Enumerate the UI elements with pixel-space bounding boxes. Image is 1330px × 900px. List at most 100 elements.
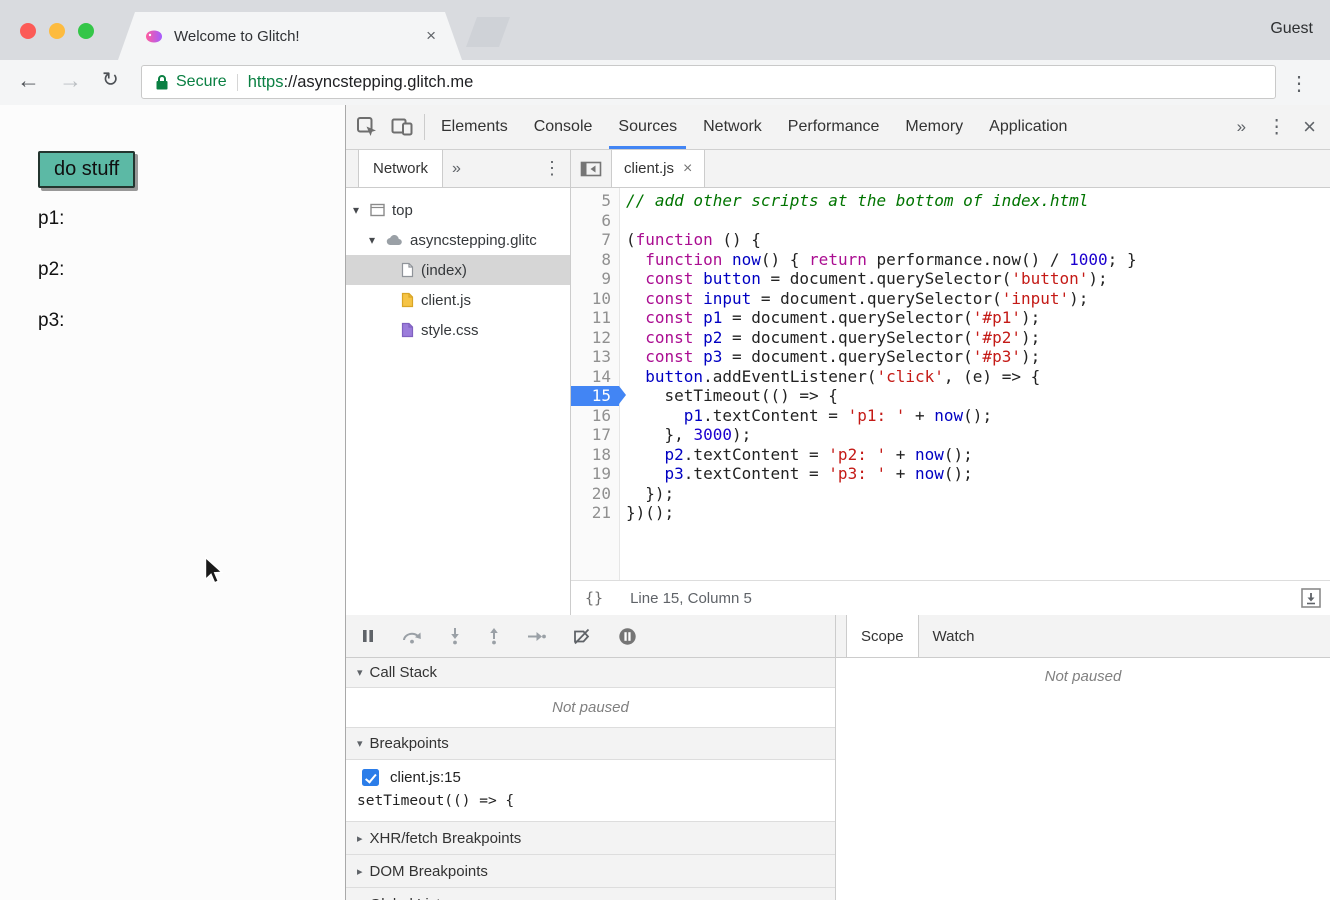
browser-tab[interactable]: Welcome to Glitch! ×	[118, 12, 462, 60]
line-number[interactable]: 20	[571, 484, 619, 504]
omnibox-separator	[237, 74, 238, 91]
devtools-tab-sources[interactable]: Sources	[605, 105, 690, 149]
tree-item-label: asyncstepping.glitc	[410, 232, 537, 249]
pause-script-button[interactable]	[361, 628, 375, 644]
editor-tab-clientjs[interactable]: client.js ×	[611, 150, 705, 187]
breakpoint-checkbox[interactable]	[362, 769, 379, 786]
line-number[interactable]: 9	[571, 269, 619, 289]
tab-watch[interactable]: Watch	[919, 615, 989, 657]
zoom-window-button[interactable]	[78, 23, 94, 39]
tree-item--index-[interactable]: (index)	[346, 255, 570, 285]
scope-watch-pane: Scope Watch Not paused	[836, 615, 1330, 900]
profile-label[interactable]: Guest	[1270, 20, 1313, 38]
line-number[interactable]: 18	[571, 445, 619, 465]
line-number[interactable]: 19	[571, 464, 619, 484]
code-text: p2.textContent = 'p2: ' + now();	[619, 445, 973, 465]
address-bar[interactable]: Secure https://asyncstepping.glitch.me	[141, 65, 1276, 99]
tab-title: Welcome to Glitch!	[174, 28, 300, 45]
line-number[interactable]: 8	[571, 250, 619, 270]
url-text[interactable]: https://asyncstepping.glitch.me	[248, 73, 474, 92]
navigator-more-tabs-icon[interactable]: »	[452, 150, 461, 187]
scope-message: Not paused	[836, 658, 1330, 685]
line-number[interactable]: 14	[571, 367, 619, 387]
close-window-button[interactable]	[20, 23, 36, 39]
pretty-print-icon[interactable]: {}	[585, 589, 603, 607]
line-number[interactable]: 16	[571, 406, 619, 426]
editor-tab-close-icon[interactable]: ×	[683, 160, 692, 178]
hide-navigator-icon[interactable]	[571, 150, 611, 187]
chevron-down-icon[interactable]: ▾	[369, 233, 382, 247]
tree-item-asyncstepping.glitc[interactable]: ▾ asyncstepping.glitc	[346, 225, 570, 255]
code-line-11: 11 const p1 = document.querySelector('#p…	[571, 308, 1330, 328]
device-toolbar-icon[interactable]	[391, 118, 413, 136]
editor-statusbar: {} Line 15, Column 5	[571, 580, 1330, 615]
devtools-tab-elements[interactable]: Elements	[428, 105, 521, 149]
inspect-element-icon[interactable]	[356, 116, 378, 138]
forward-icon[interactable]: →	[59, 69, 82, 92]
line-number[interactable]: 12	[571, 328, 619, 348]
devtools-tab-application[interactable]: Application	[976, 105, 1080, 149]
navigator-menu-icon[interactable]: ⋮	[543, 150, 561, 187]
new-tab-button[interactable]	[466, 17, 510, 47]
breakpoints-header[interactable]: ▾ Breakpoints	[346, 728, 835, 760]
chevron-down-icon[interactable]: ▾	[353, 203, 366, 217]
devtools-tab-console[interactable]: Console	[521, 105, 606, 149]
minimize-window-button[interactable]	[49, 23, 65, 39]
line-number[interactable]: 17	[571, 425, 619, 445]
devtools-close-icon[interactable]: ×	[1297, 114, 1330, 140]
code-text: function now() { return performance.now(…	[619, 250, 1137, 270]
step-button[interactable]	[527, 630, 546, 643]
expand-sidebar-icon[interactable]	[1300, 587, 1322, 609]
navigator-toolbar: Network » ⋮	[346, 150, 570, 188]
tree-item-top[interactable]: ▾top	[346, 195, 570, 225]
line-number[interactable]: 13	[571, 347, 619, 367]
step-over-button[interactable]	[402, 629, 422, 644]
do-stuff-button[interactable]: do stuff	[38, 151, 135, 188]
line-number[interactable]: 5	[571, 191, 619, 211]
web-page-content: do stuff p1: p2: p3:	[0, 105, 345, 900]
code-text: const button = document.querySelector('b…	[619, 269, 1108, 289]
tab-close-icon[interactable]: ×	[426, 26, 436, 46]
line-number[interactable]: 6	[571, 211, 619, 231]
dom-breakpoints-header[interactable]: ▸ DOM Breakpoints	[346, 855, 835, 888]
tree-item-client.js[interactable]: client.js	[346, 285, 570, 315]
breakpoint-location[interactable]: client.js:15	[390, 769, 461, 786]
reload-icon[interactable]: ↻	[102, 70, 119, 90]
cloud-icon	[386, 234, 403, 246]
code-text: (function () {	[619, 230, 761, 250]
code-editor[interactable]: 5// add other scripts at the bottom of i…	[571, 188, 1330, 580]
step-into-button[interactable]	[449, 627, 461, 645]
line-number[interactable]: 10	[571, 289, 619, 309]
devtools-menu-icon[interactable]: ⋮	[1256, 116, 1297, 139]
scope-watch-tabbar: Scope Watch	[836, 615, 1330, 658]
browser-menu-icon[interactable]: ⋮	[1289, 71, 1309, 96]
pause-on-exceptions-button[interactable]	[618, 627, 637, 646]
editor-tabbar: client.js ×	[571, 150, 1330, 188]
devtools-panel: ElementsConsoleSourcesNetworkPerformance…	[345, 105, 1330, 900]
breakpoint-entry[interactable]: client.js:15 setTimeout(() => {	[346, 760, 835, 822]
deactivate-breakpoints-button[interactable]	[573, 628, 591, 645]
tree-item-style.css[interactable]: style.css	[346, 315, 570, 345]
code-text: })();	[619, 503, 674, 523]
back-icon[interactable]: ←	[17, 69, 40, 92]
line-number[interactable]: 11	[571, 308, 619, 328]
xhr-breakpoints-header[interactable]: ▸ XHR/fetch Breakpoints	[346, 822, 835, 855]
p1-text: p1:	[38, 208, 64, 230]
global-listeners-header[interactable]: ▸ Global Listeners	[346, 888, 835, 900]
chevron-down-icon: ▾	[357, 666, 363, 679]
line-number[interactable]: 7	[571, 230, 619, 250]
more-panels-icon[interactable]: »	[1227, 117, 1256, 137]
devtools-tab-memory[interactable]: Memory	[892, 105, 976, 149]
devtools-tab-network[interactable]: Network	[690, 105, 775, 149]
url-scheme: https	[248, 73, 284, 91]
tab-scope[interactable]: Scope	[846, 615, 919, 657]
breakpoint-marker[interactable]: 15	[571, 386, 619, 406]
devtools-tab-performance[interactable]: Performance	[775, 105, 893, 149]
breakpoint-snippet[interactable]: setTimeout(() => {	[346, 793, 835, 809]
step-out-button[interactable]	[488, 627, 500, 645]
cursor-position-text: Line 15, Column 5	[630, 590, 752, 607]
call-stack-header[interactable]: ▾ Call Stack	[346, 658, 835, 688]
navigator-tab-network[interactable]: Network	[358, 150, 443, 187]
navigation-bar: ← → ↻ Secure https://asyncstepping.glitc…	[0, 60, 1330, 106]
line-number[interactable]: 21	[571, 503, 619, 523]
